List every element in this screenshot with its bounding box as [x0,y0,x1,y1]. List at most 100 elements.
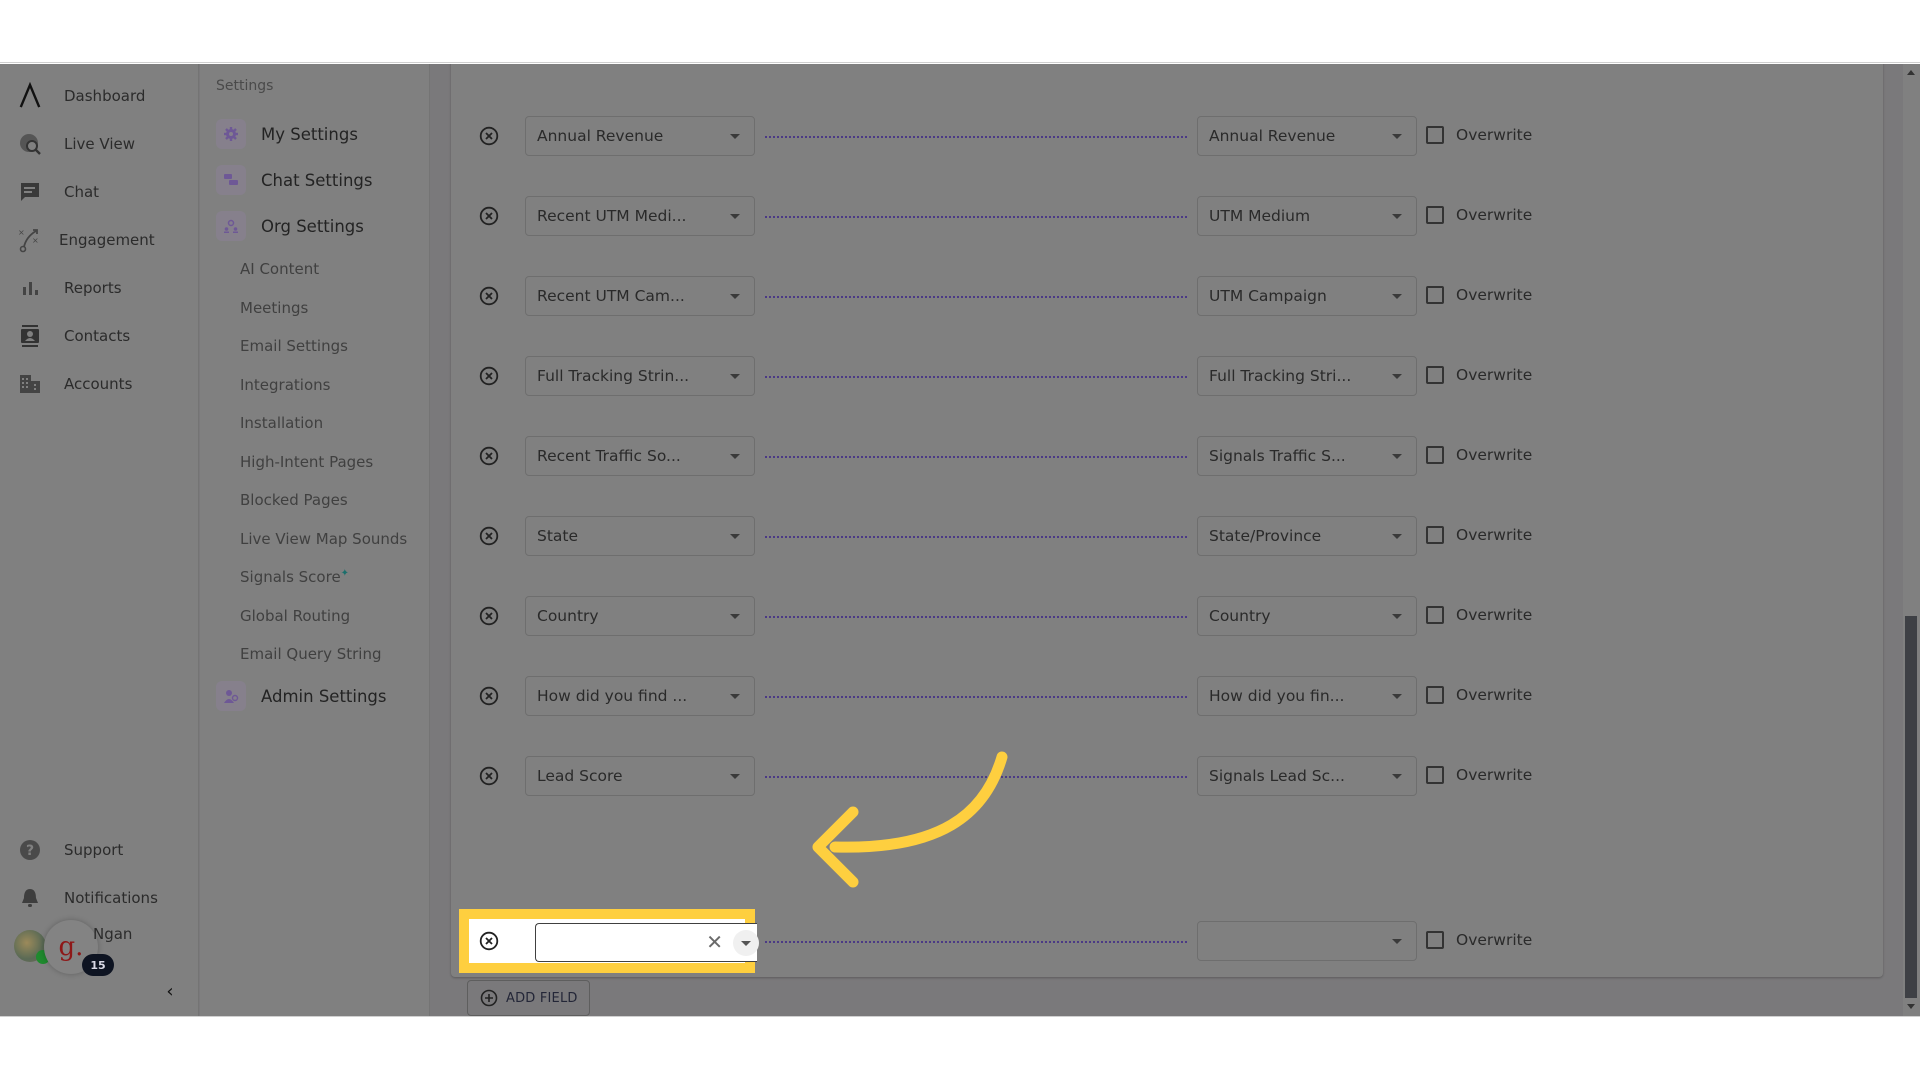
overwrite-checkbox[interactable]: Overwrite [1426,931,1532,949]
overwrite-label: Overwrite [1456,931,1533,949]
clear-icon[interactable]: ✕ [706,931,723,953]
settings-item-live-view-map-sounds[interactable]: Live View Map Sounds [240,530,407,548]
overwrite-checkbox[interactable]: Overwrite [1426,686,1532,704]
settings-item-high-intent-pages[interactable]: High-Intent Pages [240,453,373,471]
scroll-up-arrow-icon[interactable] [1907,70,1915,75]
settings-item-ai-content[interactable]: AI Content [240,260,319,278]
remove-row-icon[interactable] [479,446,499,466]
checkbox-icon[interactable] [1426,606,1444,624]
checkbox-icon[interactable] [1426,446,1444,464]
source-field-dropdown[interactable]: Country [525,596,755,636]
nav-item-live-view[interactable]: Live View [0,124,199,164]
target-field-dropdown[interactable]: How did you fin... [1197,676,1417,716]
source-field-dropdown[interactable]: Full Tracking Strin... [525,356,755,396]
source-field-dropdown[interactable]: Recent UTM Medi... [525,196,755,236]
nav-item-engagement[interactable]: × × Engagement [0,220,199,260]
overwrite-checkbox[interactable]: Overwrite [1426,446,1532,464]
source-field-dropdown[interactable]: How did you find ... [525,676,755,716]
checkbox-icon[interactable] [1426,286,1444,304]
source-field-dropdown[interactable]: Recent Traffic So... [525,436,755,476]
overwrite-checkbox[interactable]: Overwrite [1426,206,1532,224]
target-field-dropdown[interactable]: UTM Campaign [1197,276,1417,316]
mapping-row: Recent UTM Medi... UTM Medium Overwrite [451,196,1883,236]
target-field-dropdown[interactable]: State/Province [1197,516,1417,556]
target-field-value: Full Tracking Stri... [1209,367,1352,385]
settings-item-email-query-string[interactable]: Email Query String [240,645,382,663]
overwrite-label: Overwrite [1456,126,1533,144]
nav-item-contacts[interactable]: Contacts [0,316,199,356]
source-field-value: Annual Revenue [537,127,664,145]
org-icon [216,211,246,241]
checkbox-icon[interactable] [1426,366,1444,384]
overwrite-checkbox[interactable]: Overwrite [1426,126,1532,144]
app-window: Dashboard Live View Chat × × Engagement R… [0,64,1920,1016]
user-profile[interactable]: g. 15 Ngan [12,920,192,984]
overwrite-checkbox[interactable]: Overwrite [1426,366,1532,384]
overwrite-checkbox[interactable]: Overwrite [1426,526,1532,544]
settings-section-org-settings[interactable]: Org Settings [216,210,426,242]
scrollbar-thumb[interactable] [1905,616,1917,998]
target-field-dropdown[interactable]: Signals Lead Sc... [1197,756,1417,796]
mapping-row: State State/Province Overwrite [451,516,1883,556]
checkbox-icon[interactable] [1426,206,1444,224]
settings-item-email-settings[interactable]: Email Settings [240,337,348,355]
settings-section-admin-settings[interactable]: Admin Settings [216,680,426,712]
settings-item-blocked-pages[interactable]: Blocked Pages [240,491,348,509]
overwrite-label: Overwrite [1456,686,1533,704]
source-field-dropdown[interactable]: Annual Revenue [525,116,755,156]
settings-section-label: Admin Settings [261,686,387,706]
target-field-dropdown[interactable] [1197,921,1417,961]
remove-row-icon[interactable] [479,206,499,226]
source-field-dropdown[interactable]: Lead Score [525,756,755,796]
overwrite-checkbox[interactable]: Overwrite [1426,286,1532,304]
settings-item-installation[interactable]: Installation [240,414,323,432]
vertical-scrollbar[interactable] [1903,64,1920,1016]
checkbox-icon[interactable] [1426,686,1444,704]
target-field-dropdown[interactable]: UTM Medium [1197,196,1417,236]
target-field-value: UTM Medium [1209,207,1311,225]
caret-down-icon [1392,614,1402,619]
caret-down-icon [730,774,740,779]
source-field-input[interactable]: ✕ [535,923,759,962]
caret-down-icon [1392,454,1402,459]
remove-row-icon[interactable] [479,606,499,626]
nav-item-support[interactable]: ? Support [0,830,199,870]
settings-section-chat-settings[interactable]: Chat Settings [216,164,426,196]
nav-item-chat[interactable]: Chat [0,172,199,212]
target-field-dropdown[interactable]: Signals Traffic S... [1197,436,1417,476]
settings-item-integrations[interactable]: Integrations [240,376,330,394]
target-field-dropdown[interactable]: Full Tracking Stri... [1197,356,1417,396]
remove-row-icon[interactable] [479,766,499,786]
nav-item-notifications[interactable]: Notifications [0,878,199,918]
nav-item-accounts[interactable]: Accounts [0,364,199,404]
open-dropdown-button[interactable] [733,930,759,956]
overwrite-checkbox[interactable]: Overwrite [1426,606,1532,624]
target-field-dropdown[interactable]: Country [1197,596,1417,636]
remove-row-icon[interactable] [479,366,499,386]
remove-row-icon[interactable] [479,686,499,706]
scroll-down-arrow-icon[interactable] [1907,1004,1915,1009]
source-field-value: Recent UTM Cam... [537,287,685,305]
overwrite-checkbox[interactable]: Overwrite [1426,766,1532,784]
caret-down-icon [730,214,740,219]
settings-item-meetings[interactable]: Meetings [240,299,308,317]
remove-row-icon[interactable] [479,526,499,546]
checkbox-icon[interactable] [1426,526,1444,544]
source-field-dropdown[interactable]: State [525,516,755,556]
nav-item-dashboard[interactable]: Dashboard [0,76,199,116]
source-field-dropdown[interactable]: Recent UTM Cam... [525,276,755,316]
settings-item-global-routing[interactable]: Global Routing [240,607,350,625]
nav-item-reports[interactable]: Reports [0,268,199,308]
mapping-row: Recent UTM Cam... UTM Campaign Overwrite [451,276,1883,316]
add-field-button[interactable]: ADD FIELD [467,980,590,1016]
checkbox-icon[interactable] [1426,126,1444,144]
checkbox-icon[interactable] [1426,931,1444,949]
settings-section-my-settings[interactable]: My Settings [216,118,426,150]
remove-row-icon[interactable] [479,931,499,951]
target-field-dropdown[interactable]: Annual Revenue [1197,116,1417,156]
settings-item-signals-score[interactable]: Signals Score✦ [240,568,349,586]
checkbox-icon[interactable] [1426,766,1444,784]
remove-row-icon[interactable] [479,286,499,306]
remove-row-icon[interactable] [479,126,499,146]
collapse-sidebar-button[interactable]: ‹ [160,981,180,1002]
